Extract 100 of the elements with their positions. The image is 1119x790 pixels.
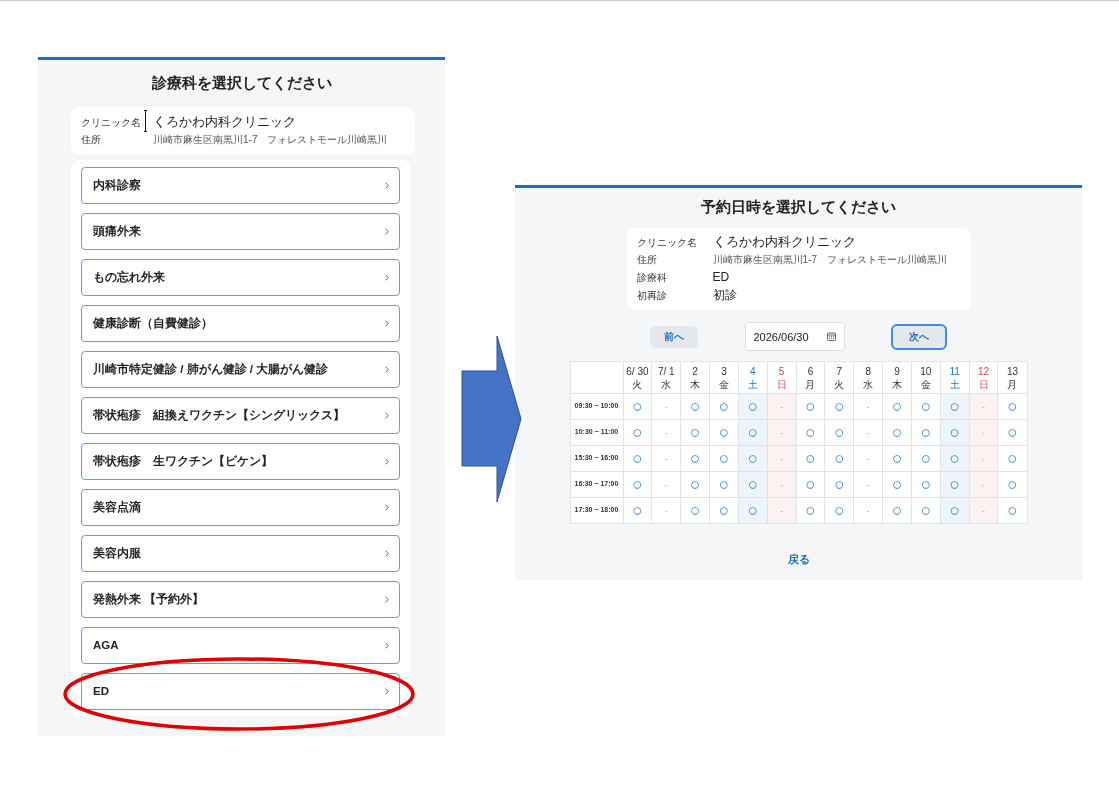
prev-button[interactable]: 前へ <box>650 325 698 348</box>
slot-cell: - <box>651 393 681 420</box>
slot-cell[interactable]: ○ <box>911 497 941 524</box>
date-label: 6/ 30 <box>625 364 650 378</box>
slot-cell: - <box>651 419 681 446</box>
text-cursor-icon <box>144 110 147 132</box>
slot-cell: - <box>651 497 681 524</box>
date-label: 5 <box>777 364 786 378</box>
slot-cell[interactable]: ○ <box>623 393 652 420</box>
department-button[interactable]: もの忘れ外来 <box>81 259 400 296</box>
weekday-label: 土 <box>948 377 961 391</box>
slot-cell: - <box>853 393 883 420</box>
department-button[interactable]: 美容点滴 <box>81 489 400 526</box>
slot-cell[interactable]: ○ <box>997 419 1027 446</box>
date-label: 2 <box>691 364 699 378</box>
date-label: 12 <box>977 364 991 378</box>
next-button[interactable]: 次へ <box>891 323 947 350</box>
info-value: くろかわ内科クリニック <box>712 234 856 251</box>
date-label: 13 <box>1005 364 1020 378</box>
slot-cell[interactable]: ○ <box>796 497 825 524</box>
slot-cell[interactable]: ○ <box>997 445 1027 472</box>
slot-cell[interactable]: ○ <box>824 445 854 472</box>
department-button[interactable]: 発熱外来 【予約外】 <box>81 581 400 618</box>
chevron-right-icon <box>385 504 389 511</box>
slot-cell[interactable]: ○ <box>882 471 912 498</box>
date-field[interactable]: 2026/06/30 <box>744 322 845 351</box>
department-button[interactable]: 美容内服 <box>81 535 400 572</box>
weekday-label: 水 <box>660 377 673 391</box>
calendar-icon <box>826 332 836 341</box>
department-button[interactable]: 健康診断（自費健診） <box>81 305 400 342</box>
slot-cell[interactable]: ○ <box>911 471 941 498</box>
slot-cell[interactable]: ○ <box>709 393 739 420</box>
info-value: くろかわ内科クリニック <box>153 114 296 131</box>
slot-cell: - <box>853 419 883 446</box>
department-button[interactable]: AGA <box>81 627 400 664</box>
back-link[interactable]: 戻る <box>787 553 810 565</box>
slot-cell[interactable]: ○ <box>680 445 710 472</box>
slot-cell: - <box>651 471 681 498</box>
info-value: ED <box>712 269 730 286</box>
department-button[interactable]: 帯状疱疹 組換えワクチン【シングリックス】 <box>81 397 400 434</box>
chevron-right-icon <box>385 550 389 557</box>
weekday-label: 木 <box>689 377 702 391</box>
panel-title: 予約日時を選択してください <box>700 197 897 217</box>
weekday-label: 日 <box>977 377 990 391</box>
slot-cell[interactable]: ○ <box>997 497 1027 524</box>
department-button[interactable]: ED <box>81 673 400 710</box>
slot-cell[interactable]: ○ <box>680 497 710 524</box>
date-label: 11 <box>948 364 961 378</box>
date-label: 7 <box>835 364 844 378</box>
slot-cell[interactable]: ○ <box>623 497 652 524</box>
slot-cell[interactable]: ○ <box>709 445 739 472</box>
department-button[interactable]: 内科診察 <box>81 167 400 204</box>
slot-cell[interactable]: ○ <box>796 471 825 498</box>
slot-cell[interactable]: ○ <box>680 471 710 498</box>
slot-cell[interactable]: ○ <box>623 419 652 446</box>
weekday-label: 金 <box>717 377 730 391</box>
slot-cell[interactable]: ○ <box>623 471 652 498</box>
slot-cell[interactable]: ○ <box>680 393 710 420</box>
slot-cell[interactable]: ○ <box>997 471 1027 498</box>
slot-cell[interactable]: ○ <box>882 497 912 524</box>
slot-cell[interactable]: ○ <box>796 445 825 472</box>
department-button[interactable]: 頭痛外来 <box>81 213 400 250</box>
department-button[interactable]: 帯状疱疹 生ワクチン【ビケン】 <box>81 443 400 480</box>
slot-cell[interactable]: ○ <box>680 419 710 446</box>
info-label: 診療科 <box>636 270 667 285</box>
slot-cell[interactable]: ○ <box>824 419 854 446</box>
date-label: 3 <box>720 364 728 378</box>
chevron-right-icon <box>385 688 389 695</box>
slot-cell: - <box>651 445 681 472</box>
slot-cell[interactable]: ○ <box>997 393 1027 420</box>
weekday-label: 土 <box>746 377 759 391</box>
slot-cell[interactable]: ○ <box>824 497 854 524</box>
weekday-label: 木 <box>891 377 903 391</box>
slot-cell[interactable]: ○ <box>911 445 941 472</box>
slot-cell[interactable]: ○ <box>882 419 912 446</box>
weekday-label: 火 <box>833 377 846 391</box>
info-label: 住所 <box>81 133 101 147</box>
info-value: 初診 <box>712 287 737 304</box>
weekday-label: 日 <box>775 377 788 391</box>
slot-cell[interactable]: ○ <box>709 471 739 498</box>
slot-cell[interactable]: ○ <box>911 419 941 446</box>
info-value: 川崎市麻生区南黒川1-7 フォレストモール川崎黒川 <box>153 132 388 147</box>
weekday-label: 水 <box>862 377 875 391</box>
weekday-label: 金 <box>919 377 932 391</box>
chevron-right-icon <box>385 458 389 465</box>
slot-cell[interactable]: ○ <box>796 419 825 446</box>
slot-cell[interactable]: ○ <box>911 393 941 420</box>
slot-cell[interactable]: ○ <box>824 393 854 420</box>
slot-cell[interactable]: ○ <box>709 419 739 446</box>
weekday-label: 月 <box>1006 377 1019 391</box>
slot-cell[interactable]: ○ <box>824 471 854 498</box>
info-label: クリニック名 <box>81 115 141 130</box>
department-button[interactable]: 川崎市特定健診 / 肺がん健診 / 大腸がん健診 <box>81 351 400 388</box>
slot-cell[interactable]: ○ <box>623 445 652 472</box>
chevron-right-icon <box>385 320 389 327</box>
slot-cell[interactable]: ○ <box>709 497 739 524</box>
slot-cell[interactable]: ○ <box>882 445 912 472</box>
weekday-label: 火 <box>631 377 644 391</box>
slot-cell[interactable]: ○ <box>882 393 912 420</box>
slot-cell[interactable]: ○ <box>796 393 825 420</box>
